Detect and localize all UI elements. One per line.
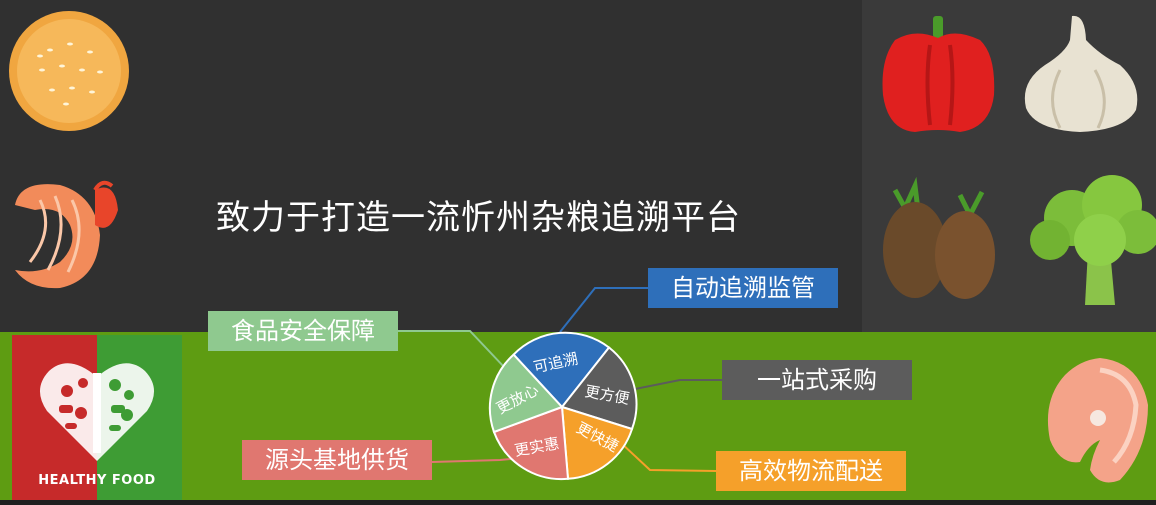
pie-chart: 可追溯 更方便 更快捷 更实惠 更放心	[488, 331, 638, 481]
tag-food-safety: 食品安全保障	[208, 311, 398, 351]
tag-source-base: 源头基地供货	[242, 440, 432, 480]
red-pepper-icon	[882, 16, 995, 132]
shrimp-icon	[15, 180, 118, 289]
badge-label: HEALTHY FOOD	[38, 473, 156, 488]
tag-one-stop: 一站式采购	[722, 360, 912, 400]
tag-logistics: 高效物流配送	[716, 451, 906, 491]
tag-auto-trace: 自动追溯监管	[648, 268, 838, 308]
potato-icon	[883, 176, 995, 299]
salmon-steak-icon	[1047, 358, 1148, 483]
burger-bun-icon	[9, 11, 129, 131]
broccoli-icon	[1030, 175, 1156, 305]
healthy-food-badge: HEALTHY FOOD	[12, 335, 182, 500]
garlic-icon	[1024, 15, 1138, 133]
healthy-food-heart-icon	[39, 363, 155, 461]
